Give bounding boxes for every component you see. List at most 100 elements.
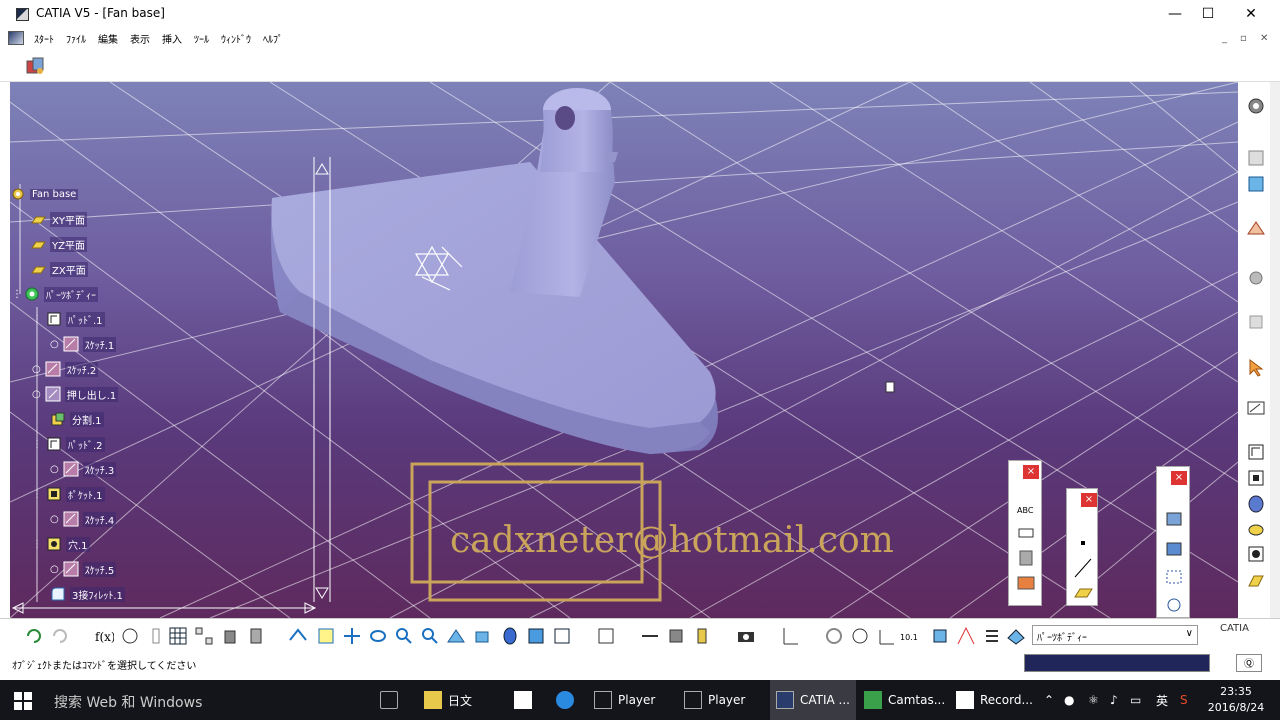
tray-sogou-icon[interactable]: S <box>1180 680 1188 720</box>
palette-close-button[interactable]: × <box>1081 493 1097 507</box>
tree-item-split-1[interactable]: 分割.1 <box>50 410 104 428</box>
normal-view-icon[interactable] <box>446 626 466 646</box>
pan-icon[interactable] <box>342 626 362 646</box>
dimension-icon[interactable] <box>780 626 800 646</box>
tree-item-fillet-1[interactable]: 3接ﾌｨﾚｯﾄ.1 <box>50 585 125 603</box>
tree-item-yz-plane[interactable]: YZ平面 <box>30 235 87 253</box>
update-icon[interactable] <box>24 626 44 646</box>
menu-view[interactable]: 表示 <box>130 31 150 46</box>
hide-show-icon[interactable] <box>526 626 546 646</box>
loft-icon[interactable] <box>1246 570 1266 590</box>
menu-window[interactable]: ｳｨﾝﾄﾞｳ <box>221 31 251 46</box>
mdi-minimize-button[interactable]: _ <box>1222 33 1227 44</box>
fit-all-icon[interactable] <box>316 626 336 646</box>
part-base-plate[interactable] <box>271 162 718 454</box>
menu-help[interactable]: ﾍﾙﾌﾟ <box>263 31 283 46</box>
sketcher-icon[interactable] <box>1246 96 1266 116</box>
maximize-button[interactable]: ☐ <box>1193 4 1223 24</box>
camera-icon[interactable] <box>736 626 756 646</box>
rib-icon[interactable] <box>1246 544 1266 564</box>
measure-icon[interactable] <box>1246 174 1266 194</box>
windows-start-icon[interactable] <box>14 692 32 710</box>
palette-close-button[interactable]: × <box>1023 465 1039 479</box>
tree-item-sketch-4[interactable]: ○ ｽｹｯﾁ.4 <box>50 510 117 528</box>
measure-item-icon[interactable] <box>666 626 686 646</box>
law-icon[interactable] <box>146 626 166 646</box>
formula-icon[interactable]: f(x) <box>94 626 114 646</box>
task-view-button[interactable] <box>380 680 404 720</box>
menu-edit[interactable]: 編集 <box>98 31 118 46</box>
annotation-icon[interactable] <box>1246 398 1266 418</box>
tray-network-icon[interactable]: ⚛ <box>1088 680 1099 720</box>
taskbar-app-store[interactable] <box>514 680 538 720</box>
grab-icon[interactable] <box>850 626 870 646</box>
tree-item-sketch-1[interactable]: ○ ｽｹｯﾁ.1 <box>50 335 117 353</box>
measure-between-icon[interactable] <box>640 626 660 646</box>
tree-item-extrude-1[interactable]: ○ 押し出し.1 <box>32 385 119 403</box>
tree-item-zx-plane[interactable]: ZX平面 <box>30 260 88 278</box>
catalog-icon[interactable] <box>222 626 242 646</box>
tree-item-pad-2[interactable]: ⋮ ﾊﾟｯﾄﾞ.2 <box>32 435 105 453</box>
cycle-icon[interactable] <box>824 626 844 646</box>
iso-view-icon[interactable] <box>472 626 492 646</box>
tree-item-pad-1[interactable]: ⋮ ﾊﾟｯﾄﾞ.1 <box>32 310 105 328</box>
tree-item-sketch-2[interactable]: ○ ｽｹｯﾁ.2 <box>32 360 99 378</box>
catia-logo-icon[interactable] <box>8 31 24 45</box>
tree-item-xy-plane[interactable]: XY平面 <box>30 210 87 228</box>
select-arrow-icon[interactable] <box>1246 358 1266 378</box>
tree-item-sketch-3[interactable]: ○ ｽｹｯﾁ.3 <box>50 460 117 478</box>
zoom-out-icon[interactable] <box>420 626 440 646</box>
number-icon[interactable]: 10.1 <box>900 626 920 646</box>
tree-root[interactable]: Fan base <box>10 185 79 203</box>
undo-icon[interactable] <box>50 626 70 646</box>
mdi-restore-button[interactable]: ▫ <box>1240 33 1247 44</box>
3d-viewport[interactable]: cadxneter@hotmail.com Fan base XY平面 YZ平面… <box>10 82 1238 618</box>
menu-insert[interactable]: 挿入 <box>162 31 182 46</box>
taskbar-app-folder[interactable]: 日文 <box>424 680 472 720</box>
pattern-icon[interactable] <box>194 626 214 646</box>
taskbar-app-player-1[interactable]: Player <box>594 680 655 720</box>
palette-close-button[interactable]: × <box>1171 471 1187 485</box>
axis-icon[interactable] <box>876 626 896 646</box>
tree-item-sketch-5[interactable]: ○ ｽｹｯﾁ.5 <box>50 560 117 578</box>
tray-chat-icon[interactable]: ▭ <box>1130 680 1141 720</box>
rotate-icon[interactable] <box>368 626 388 646</box>
minimize-button[interactable]: — <box>1160 4 1190 24</box>
fly-icon[interactable] <box>288 626 308 646</box>
transform-icon[interactable] <box>1246 268 1266 288</box>
scan-icon[interactable] <box>1246 148 1266 168</box>
taskbar-app-recorder[interactable]: Record... <box>956 680 1033 720</box>
taskbar-app-edge[interactable] <box>556 680 580 720</box>
pocket-icon[interactable] <box>1246 468 1266 488</box>
power-input-button[interactable]: Ⓠ <box>1236 654 1262 672</box>
mdi-close-button[interactable]: ✕ <box>1260 33 1268 44</box>
tree-item-pocket-1[interactable]: ⋮ ﾎﾟｹｯﾄ.1 <box>32 485 105 503</box>
menu-tools[interactable]: ﾂｰﾙ <box>194 31 209 46</box>
taskbar-app-camtasia[interactable]: Camtas... <box>864 680 945 720</box>
hole-icon[interactable] <box>1246 520 1266 540</box>
pad-icon[interactable] <box>1246 442 1266 462</box>
taskbar-search[interactable]: 搜索 Web 和 Windows <box>54 692 202 712</box>
close-button[interactable]: ✕ <box>1236 4 1266 24</box>
tray-chevron-icon[interactable]: ⌃ <box>1044 680 1054 720</box>
3d-compass-icon[interactable] <box>596 626 616 646</box>
boolean-icon[interactable] <box>1246 312 1266 332</box>
instance-icon[interactable] <box>246 626 266 646</box>
shading-icon[interactable] <box>500 626 520 646</box>
inertia-icon[interactable] <box>692 626 712 646</box>
layers-icon[interactable] <box>930 626 950 646</box>
workbench-icon[interactable] <box>24 55 46 77</box>
menu-start[interactable]: ｽﾀｰﾄ <box>34 31 54 46</box>
taskbar-app-player-2[interactable]: Player <box>684 680 745 720</box>
table-icon[interactable] <box>168 626 188 646</box>
menu-file[interactable]: ﾌｧｲﾙ <box>66 31 86 46</box>
taskbar-app-catia[interactable]: CATIA ... <box>770 680 856 720</box>
swap-space-icon[interactable] <box>552 626 572 646</box>
right-scrollbar[interactable] <box>1270 82 1280 618</box>
command-input[interactable] <box>1024 654 1210 672</box>
taskbar-clock[interactable]: 23:35 2016/8/24 <box>1196 684 1276 716</box>
list-icon[interactable] <box>982 626 1002 646</box>
zoom-in-icon[interactable] <box>394 626 414 646</box>
analysis-icon[interactable] <box>956 626 976 646</box>
knowledge-icon[interactable] <box>120 626 140 646</box>
